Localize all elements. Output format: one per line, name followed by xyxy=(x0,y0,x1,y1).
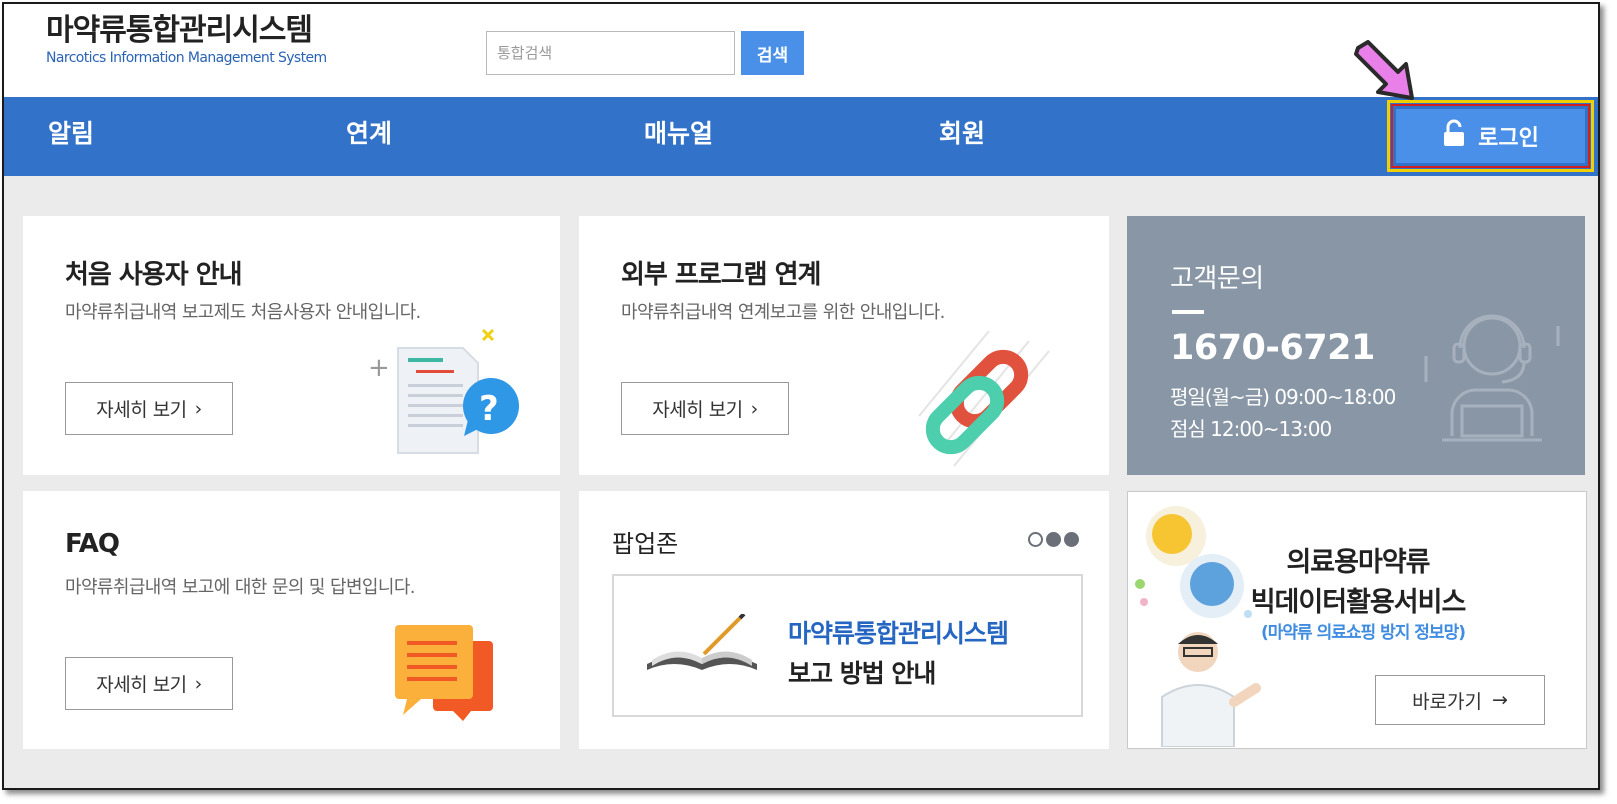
chevron-right-icon: › xyxy=(194,672,203,695)
nav-item-member[interactable]: 회원 xyxy=(939,97,985,176)
chat-bubbles-icon xyxy=(395,625,493,721)
bigdata-goto-button[interactable]: 바로가기 → xyxy=(1375,675,1545,725)
document-question-icon: + ? xyxy=(368,328,519,454)
popup-banner[interactable]: 마약류통합관리시스템 보고 방법 안내 xyxy=(612,574,1083,717)
logo-title: 마약류통합관리시스템 xyxy=(46,13,313,48)
contact-hours-weekday: 평일(월~금) 09:00~18:00 xyxy=(1170,385,1396,409)
faq-detail-button[interactable]: 자세히 보기 › xyxy=(65,657,233,710)
card-faq: FAQ 마약류취급내역 보고에 대한 문의 및 답변입니다. 자세히 보기 › xyxy=(23,491,560,749)
external-detail-button[interactable]: 자세히 보기 › xyxy=(621,382,789,435)
popup-zone-title: 팝업존 xyxy=(612,530,679,558)
carousel-dot[interactable] xyxy=(1064,532,1079,547)
divider xyxy=(1172,310,1204,314)
card-first-user: 처음 사용자 안내 마약류취급내역 보고제도 처음사용자 안내입니다. 자세히 … xyxy=(23,216,560,475)
bigdata-service-banner: 의료용마약류 빅데이터활용서비스 (마약류 의료쇼핑 방지 정보망) 바로가기 … xyxy=(1127,491,1587,749)
button-label: 자세히 보기 xyxy=(96,399,187,421)
bigdata-title-line2: 빅데이터활용서비스 xyxy=(1250,587,1467,618)
headset-agent-icon xyxy=(1424,314,1560,442)
chevron-right-icon: › xyxy=(750,397,759,420)
lock-icon xyxy=(1442,119,1466,153)
carousel-dot[interactable] xyxy=(1046,532,1061,547)
card-title: 처음 사용자 안내 xyxy=(65,260,243,290)
first-user-detail-button[interactable]: 자세히 보기 › xyxy=(65,382,233,435)
nav-item-notice[interactable]: 알림 xyxy=(48,97,94,176)
svg-text:+: + xyxy=(368,353,390,383)
contact-title: 고객문의 xyxy=(1170,264,1264,294)
search-button[interactable]: 검색 xyxy=(741,31,804,75)
card-external-program: 외부 프로그램 연계 마약류취급내역 연계보고를 위한 안내입니다. 자세히 보… xyxy=(579,216,1109,475)
popup-zone: 팝업존 마약류통합관리시스템 보고 방법 안내 xyxy=(579,491,1109,749)
card-description: 마약류취급내역 보고에 대한 문의 및 답변입니다. xyxy=(65,577,416,598)
card-description: 마약류취급내역 보고제도 처음사용자 안내입니다. xyxy=(65,302,421,323)
login-highlight: 로그인 xyxy=(1387,100,1594,172)
logo-subtitle: Narcotics Information Management System xyxy=(46,50,327,66)
contact-phone: 1670-6721 xyxy=(1170,328,1375,368)
customer-contact-panel: 고객문의 1670-6721 평일(월~금) 09:00~18:00 점심 12… xyxy=(1127,216,1585,475)
pointer-arrow-icon xyxy=(1354,40,1414,100)
login-label: 로그인 xyxy=(1478,126,1539,151)
login-button[interactable]: 로그인 xyxy=(1396,109,1585,163)
card-title: FAQ xyxy=(65,529,120,559)
bigdata-subtitle: (마약류 의료쇼핑 방지 정보망) xyxy=(1261,623,1466,643)
open-book-icon xyxy=(647,614,757,670)
nav-item-integration[interactable]: 연계 xyxy=(346,97,392,176)
card-title: 외부 프로그램 연계 xyxy=(621,260,821,290)
chain-link-icon xyxy=(918,330,1050,467)
popup-banner-subtitle: 보고 방법 안내 xyxy=(788,659,936,688)
bigdata-title-line1: 의료용마약류 xyxy=(1286,547,1430,578)
browser-frame: 마약류통합관리시스템 Narcotics Information Managem… xyxy=(2,2,1600,790)
card-description: 마약류취급내역 연계보고를 위한 안내입니다. xyxy=(621,302,945,323)
site-logo[interactable]: 마약류통합관리시스템 Narcotics Information Managem… xyxy=(46,13,327,67)
nav-item-manual[interactable]: 매뉴얼 xyxy=(644,97,713,176)
carousel-dots xyxy=(1028,532,1079,547)
popup-banner-title: 마약류통합관리시스템 xyxy=(788,619,1009,648)
main-nav: 알림 연계 매뉴얼 회원 로그인 xyxy=(4,97,1598,176)
button-label: 바로가기 xyxy=(1412,690,1482,713)
button-label: 자세히 보기 xyxy=(652,399,743,421)
arrow-right-icon: → xyxy=(1492,689,1508,711)
svg-text:?: ? xyxy=(479,389,499,429)
chevron-right-icon: › xyxy=(194,397,203,420)
contact-hours-lunch: 점심 12:00~13:00 xyxy=(1170,417,1332,441)
button-label: 자세히 보기 xyxy=(96,674,187,696)
carousel-dot-active[interactable] xyxy=(1028,532,1043,547)
search-input[interactable] xyxy=(486,31,735,75)
